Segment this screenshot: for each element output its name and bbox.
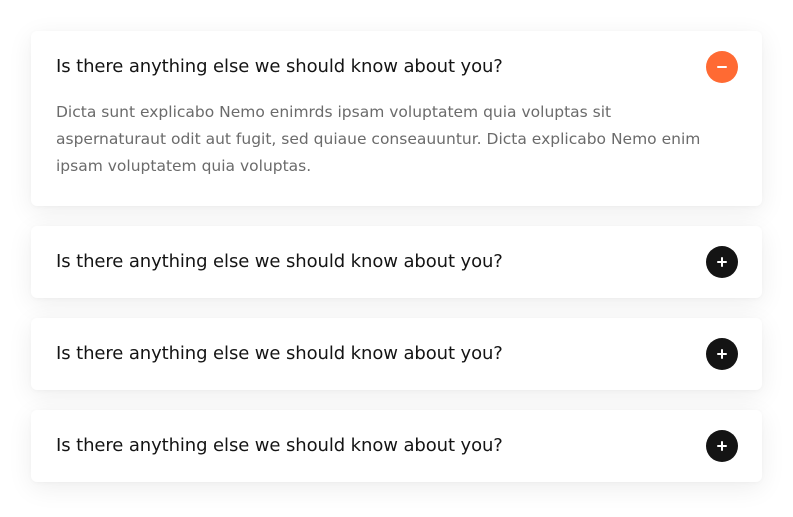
faq-item-header[interactable]: Is there anything else we should know ab… [31, 31, 762, 103]
faq-item: Is there anything else we should know ab… [31, 226, 762, 298]
plus-icon [717, 257, 727, 267]
faq-item-header[interactable]: Is there anything else we should know ab… [31, 226, 762, 298]
faq-answer: Dicta sunt explicabo Nemo enimrds ipsam … [56, 103, 701, 175]
faq-accordion: Is there anything else we should know ab… [31, 31, 762, 502]
expand-button[interactable] [706, 430, 738, 462]
faq-item-header[interactable]: Is there anything else we should know ab… [31, 318, 762, 390]
plus-icon [717, 441, 727, 451]
faq-question: Is there anything else we should know ab… [56, 343, 503, 364]
faq-item: Is there anything else we should know ab… [31, 410, 762, 482]
faq-item-header[interactable]: Is there anything else we should know ab… [31, 410, 762, 482]
faq-answer-panel: Dicta sunt explicabo Nemo enimrds ipsam … [31, 99, 762, 206]
expand-button[interactable] [706, 338, 738, 370]
minus-icon [717, 66, 727, 68]
expand-button[interactable] [706, 246, 738, 278]
collapse-button[interactable] [706, 51, 738, 83]
faq-item: Is there anything else we should know ab… [31, 31, 762, 206]
faq-question: Is there anything else we should know ab… [56, 435, 503, 456]
faq-item: Is there anything else we should know ab… [31, 318, 762, 390]
faq-question: Is there anything else we should know ab… [56, 56, 503, 77]
faq-question: Is there anything else we should know ab… [56, 251, 503, 272]
plus-icon [717, 349, 727, 359]
